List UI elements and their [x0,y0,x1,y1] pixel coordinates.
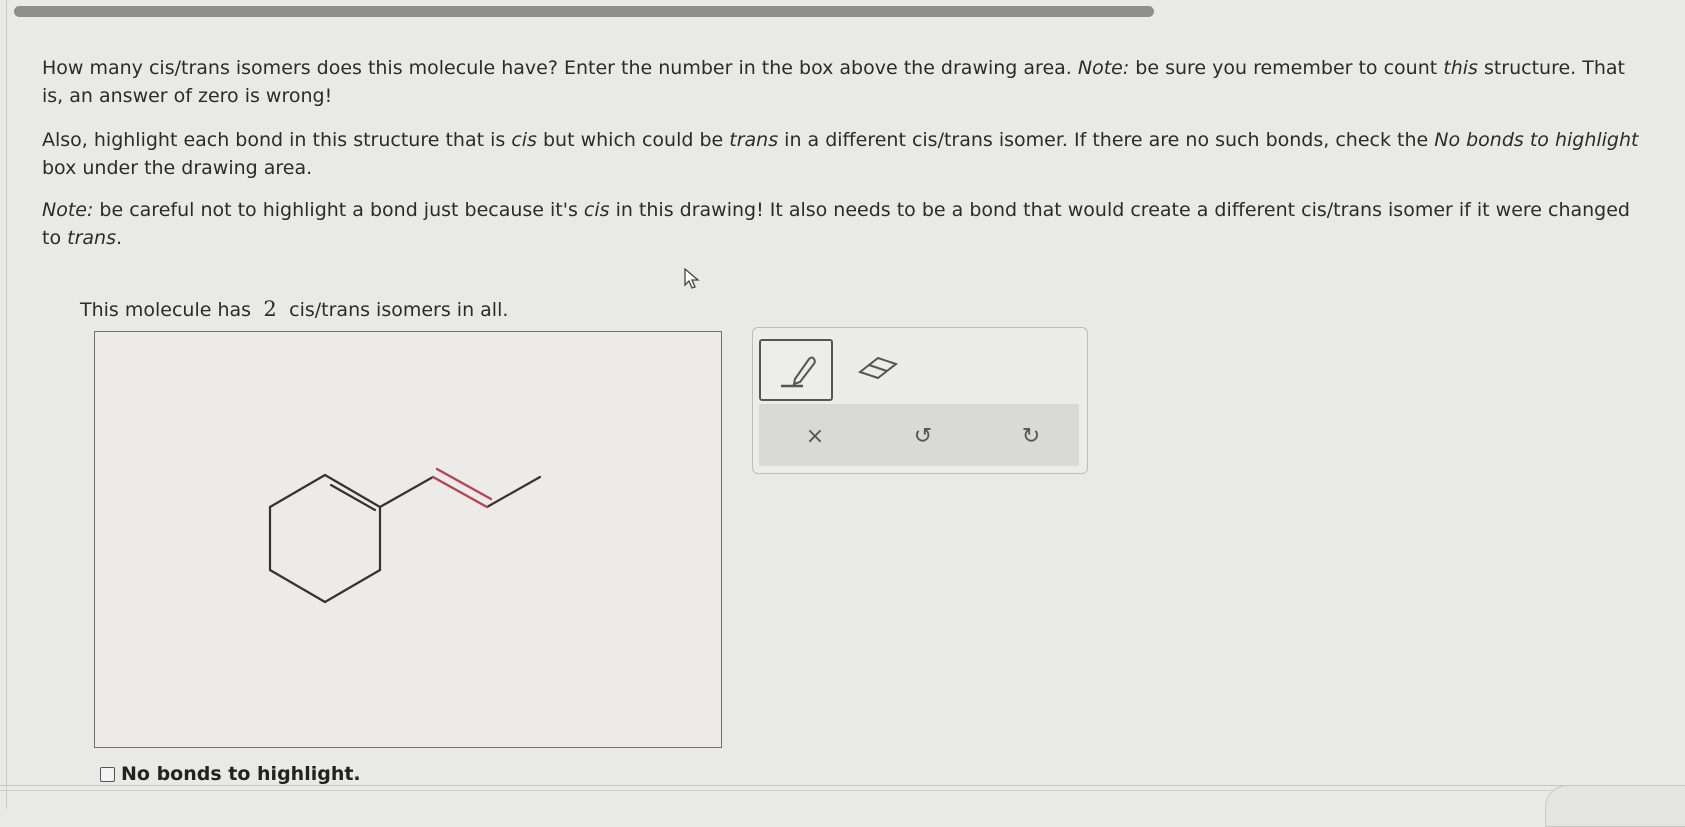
ring-bond-4 [323,568,382,604]
ring-bond-1 [268,473,327,509]
drawing-toolbox: × ↺ ↻ [752,327,1088,474]
submit-button-partial[interactable] [1545,785,1685,827]
no-bonds-label: No bonds to highlight. [121,763,361,785]
isomer-count-input[interactable]: 2 [261,297,279,321]
ring-double-bond-inner [329,483,377,512]
no-bonds-checkbox-row[interactable]: No bonds to highlight. [100,763,361,785]
bottom-divider [0,785,1685,786]
redo-icon: ↻ [1021,423,1041,449]
ring-bond-2 [323,473,382,509]
pencil-highlight-icon [781,356,816,388]
ring-bond-5 [268,568,327,604]
mouse-cursor-icon [683,267,701,294]
undo-icon: ↺ [913,423,933,449]
chain-bond-end [485,475,542,509]
clear-button[interactable]: × [801,422,829,450]
pencil-highlight-tool[interactable] [759,339,833,401]
isomer-count-line: This molecule has 2 cis/trans isomers in… [80,297,508,321]
eraser-icon [857,356,899,380]
bottom-divider-2 [0,790,1685,791]
drawing-area[interactable] [94,331,722,748]
no-bonds-checkbox[interactable] [100,766,115,782]
chain-bond-1 [378,475,435,509]
redo-button[interactable]: ↻ [1017,422,1045,450]
answer-suffix: cis/trans isomers in all. [289,299,509,321]
scroll-progress-bar [14,6,1154,17]
action-row: × ↺ ↻ [759,404,1079,466]
left-edge-line [6,0,7,809]
question-paragraph-2: Also, highlight each bond in this struct… [42,129,1639,179]
answer-prefix: This molecule has [80,299,252,321]
x-icon: × [805,423,825,449]
undo-button[interactable]: ↺ [909,422,937,450]
eraser-tool[interactable] [853,348,903,388]
question-paragraph-1: How many cis/trans isomers does this mol… [42,57,1626,107]
question-paragraph-3: Note: be careful not to highlight a bond… [42,199,1630,249]
